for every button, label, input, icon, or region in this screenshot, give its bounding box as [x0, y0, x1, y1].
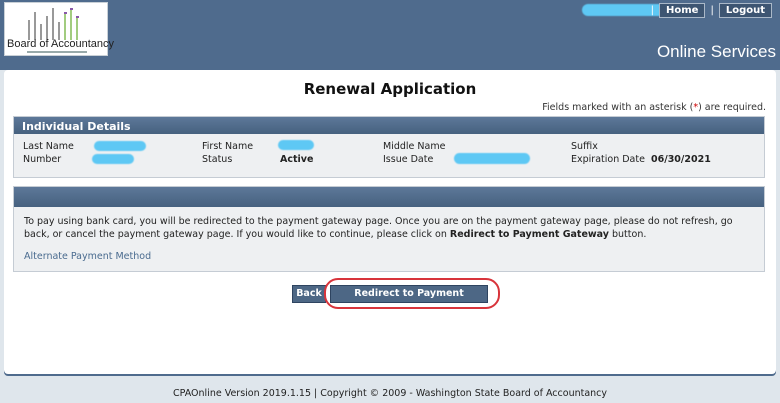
- redacted-first-name: [278, 140, 314, 150]
- back-button[interactable]: Back: [292, 285, 326, 303]
- middle-name-label: Middle Name: [383, 141, 446, 152]
- logo-text: Board of Accountancy: [7, 38, 115, 50]
- expiration-date-label: Expiration Date: [571, 154, 645, 165]
- nav-separator: |: [650, 5, 654, 16]
- alternate-payment-link[interactable]: Alternate Payment Method: [24, 251, 151, 262]
- payment-text-bold: Redirect to Payment Gateway: [449, 229, 609, 240]
- page-title: Renewal Application: [303, 80, 477, 98]
- logo-subline: [27, 51, 87, 53]
- logo-bars-icon: [28, 8, 79, 40]
- payment-section-heading: [14, 187, 764, 207]
- status-value: Active: [280, 154, 314, 165]
- payment-section: To pay using bank card, you will be redi…: [13, 186, 765, 272]
- required-note: Fields marked with an asterisk (*) are r…: [542, 102, 766, 113]
- required-note-post: ) are required.: [698, 102, 766, 113]
- highlight-annotation: [324, 278, 500, 309]
- site-name: Online Services: [656, 42, 776, 61]
- suffix-label: Suffix: [571, 141, 598, 152]
- payment-text-post: button.: [608, 229, 647, 240]
- redacted-number: [92, 154, 134, 164]
- logout-link[interactable]: Logout: [718, 3, 772, 18]
- status-label: Status: [202, 154, 233, 165]
- nav-separator: |: [710, 5, 714, 16]
- last-name-label: Last Name: [23, 141, 74, 152]
- main-content: Renewal Application Fields marked with a…: [4, 70, 776, 374]
- individual-details-heading: Individual Details: [14, 117, 764, 134]
- footer-text: CPAOnline Version 2019.1.15 | Copyright …: [172, 388, 608, 399]
- home-link[interactable]: Home: [659, 3, 706, 18]
- payment-instructions: To pay using bank card, you will be redi…: [14, 207, 764, 241]
- required-note-pre: Fields marked with an asterisk (: [542, 102, 694, 113]
- number-label: Number: [23, 154, 62, 165]
- individual-details-section: Individual Details Last Name Number Firs…: [13, 116, 765, 178]
- first-name-label: First Name: [202, 141, 254, 152]
- redacted-issue-date: [454, 153, 530, 164]
- issue-date-label: Issue Date: [383, 154, 434, 165]
- expiration-date-value: 06/30/2021: [651, 154, 711, 165]
- redacted-last-name: [94, 141, 146, 151]
- top-nav: | Home | Logout: [651, 3, 772, 18]
- board-logo[interactable]: Board of Accountancy: [4, 2, 115, 56]
